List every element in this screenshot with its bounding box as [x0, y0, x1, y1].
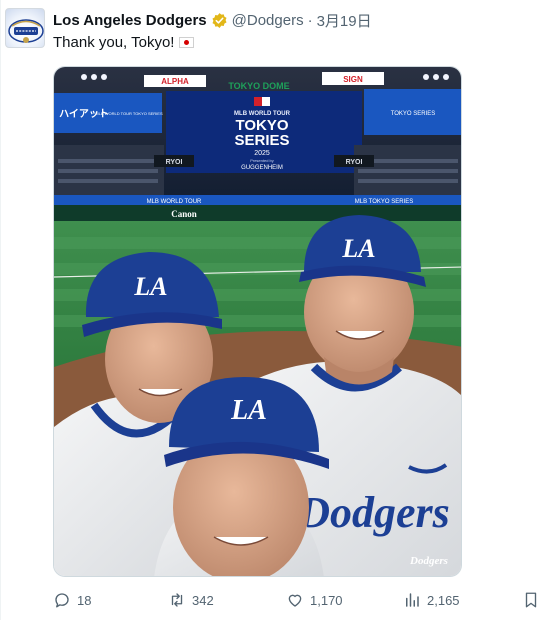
separator: · [307, 11, 313, 29]
bookmark-button[interactable] [522, 590, 540, 610]
cap-logo-front: LA [230, 395, 267, 426]
heart-icon [288, 594, 302, 607]
ribbon-right: MLB TOKYO SERIES [355, 199, 413, 205]
world-champions-logo-icon [8, 19, 44, 43]
retweet-button[interactable]: 342 [168, 590, 214, 610]
cap-logo-right: LA [341, 234, 375, 263]
bookmark-icon [525, 592, 537, 608]
scoreboard-line3: SERIES [234, 132, 289, 149]
dodgers-script-jersey: Dodgers [297, 488, 450, 537]
timestamp[interactable]: 3月19日 [317, 10, 372, 31]
canon-sign: Canon [171, 209, 197, 219]
scoreboard-year: 2025 [254, 150, 270, 157]
svg-text:SIGN: SIGN [343, 75, 363, 84]
avatar[interactable] [5, 8, 45, 48]
retweet-count: 342 [192, 592, 214, 608]
tweet-body: Thank you, Tokyo! [53, 34, 175, 51]
display-name[interactable]: Los Angeles Dodgers [53, 12, 207, 29]
gold-verified-badge-icon[interactable] [211, 12, 228, 29]
reply-icon [55, 593, 69, 608]
action-bar: 18 342 1,170 2,165 [53, 590, 543, 610]
views-count: 2,165 [427, 592, 460, 608]
tweet-photo[interactable]: ALPHA SIGN TOKYO DOME ハイアット MLB WORLD TO… [53, 66, 462, 577]
reply-count: 18 [77, 592, 92, 608]
tokyo-dome-sign: TOKYO DOME [228, 81, 289, 91]
dodgers-watermark: Dodgers [409, 555, 448, 567]
svg-text:ALPHA: ALPHA [161, 77, 189, 86]
like-button[interactable]: 1,170 [286, 590, 343, 610]
cap-logo-left: LA [133, 272, 167, 301]
like-count: 1,170 [310, 592, 343, 608]
tweet-header: Los Angeles Dodgers @Dodgers · 3月19日 [53, 10, 536, 30]
svg-text:TOKYO SERIES: TOKYO SERIES [391, 111, 436, 117]
japan-flag-icon [179, 37, 195, 48]
ribbon-left: MLB WORLD TOUR [147, 199, 202, 205]
scoreboard-sponsor: GUGGENHEIM [241, 165, 283, 171]
ryoi-sign-right: RYOI [346, 159, 363, 166]
views-bar-chart-icon [406, 593, 419, 607]
views-button[interactable]: 2,165 [403, 590, 460, 610]
left-sign-2: MLB WORLD TOUR TOKYO SERIES [95, 111, 163, 116]
reply-button[interactable]: 18 [53, 590, 91, 610]
stadium-selfie-photo: ALPHA SIGN TOKYO DOME ハイアット MLB WORLD TO… [54, 67, 461, 576]
ryoi-sign-left: RYOI [166, 159, 183, 166]
left-divider [0, 0, 1, 620]
retweet-icon [171, 593, 183, 607]
handle[interactable]: @Dodgers [232, 12, 304, 29]
tweet-card[interactable]: Los Angeles Dodgers @Dodgers · 3月19日 Tha… [0, 0, 546, 620]
scoreboard-presented: Presented by [250, 158, 274, 163]
tweet-text: Thank you, Tokyo! [53, 34, 195, 51]
